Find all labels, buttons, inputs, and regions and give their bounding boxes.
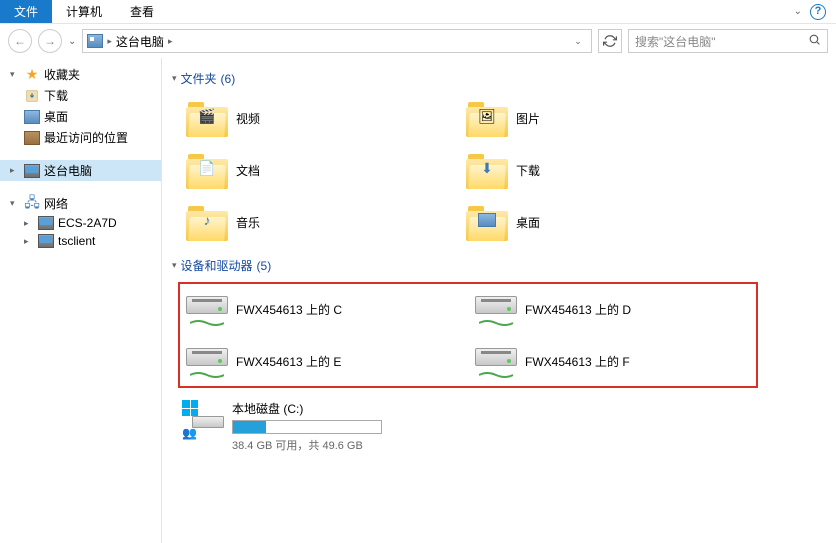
drive-icon [186,344,228,378]
group-label: 文件夹 [181,70,217,87]
nav-back-button[interactable]: ← [8,29,32,53]
drive-label: FWX454613 上的 E [236,353,341,370]
folder-icon: ⬇ [466,151,508,189]
sidebar-recent[interactable]: 最近访问的位置 [0,127,161,148]
folder-label: 视频 [236,110,260,127]
expand-icon[interactable]: ▸ [24,236,34,247]
breadcrumb[interactable]: ▸ 这台电脑 ▸ ⌄ [82,29,592,53]
folder-documents[interactable]: 📄 文档 [182,147,452,193]
folder-video[interactable]: 🎬 视频 [182,95,452,141]
search-placeholder: 搜索"这台电脑" [635,33,716,50]
folder-icon: 🎬 [186,99,228,137]
help-icon[interactable]: ? [810,4,826,20]
sidebar-label: 下载 [44,87,68,104]
ribbon-expand-icon[interactable]: ⌄ [794,6,802,17]
folder-label: 图片 [516,110,540,127]
sidebar-label: tsclient [58,234,95,248]
sidebar-netnode[interactable]: ▸ tsclient [0,232,161,250]
group-folders[interactable]: ▾ 文件夹 (6) [172,70,826,87]
nav-forward-button[interactable]: → [38,29,62,53]
navbar: ← → ⌄ ▸ 这台电脑 ▸ ⌄ 搜索"这台电脑" [0,24,836,58]
sidebar-label: 桌面 [44,108,68,125]
drive-icon [475,344,517,378]
sidebar-label: 收藏夹 [44,66,80,83]
sidebar: ▾ ★ 收藏夹 下载 桌面 最近访问的位置 ▸ 这台电脑 ▾ 🖧 网络 [0,58,162,543]
breadcrumb-dropdown-icon[interactable]: ⌄ [569,32,587,50]
folder-pictures[interactable]: 🖼 图片 [462,95,732,141]
network-drive-f[interactable]: FWX454613 上的 F [473,342,752,380]
tab-file[interactable]: 文件 [0,0,52,23]
highlighted-drives: FWX454613 上的 C FWX454613 上的 D FWX454613 … [178,282,758,388]
sidebar-netnode[interactable]: ▸ ECS-2A7D [0,214,161,232]
tab-view[interactable]: 查看 [116,0,168,23]
recent-icon [24,131,40,145]
local-disk-icon: 👥 [182,400,224,440]
folder-icon: 🖼 [466,99,508,137]
ribbon-tabs: 文件 计算机 查看 ⌄ ? [0,0,836,24]
sidebar-label: 网络 [44,195,68,212]
local-disk-c[interactable]: 👥 本地磁盘 (C:) 38.4 GB 可用，共 49.6 GB [172,396,472,457]
nav-history-icon[interactable]: ⌄ [68,36,76,47]
computer-icon [38,216,54,230]
folder-music[interactable]: ♪ 音乐 [182,199,452,245]
folder-icon: ♪ [186,203,228,241]
network-drive-c[interactable]: FWX454613 上的 C [184,290,463,328]
collapse-icon: ▾ [172,260,177,271]
folder-label: 下载 [516,162,540,179]
computer-icon [87,34,103,48]
group-devices[interactable]: ▾ 设备和驱动器 (5) [172,257,826,274]
local-disk-name: 本地磁盘 (C:) [232,400,462,417]
chevron-right-icon[interactable]: ▸ [107,36,112,47]
drive-icon [475,292,517,326]
computer-icon [38,234,54,248]
network-icon: 🖧 [24,196,40,212]
sidebar-favorites[interactable]: ▾ ★ 收藏夹 [0,64,161,85]
drive-label: FWX454613 上的 D [525,301,631,318]
drive-label: FWX454613 上的 C [236,301,342,318]
folder-label: 音乐 [236,214,260,231]
group-label: 设备和驱动器 [181,257,253,274]
disk-usage-bar [232,420,382,434]
tab-computer[interactable]: 计算机 [52,0,116,23]
folder-desktop[interactable]: 桌面 [462,199,732,245]
breadcrumb-location[interactable]: 这台电脑 [116,33,164,50]
collapse-icon[interactable]: ▾ [10,69,20,80]
collapse-icon[interactable]: ▾ [10,198,20,209]
sidebar-label: 最近访问的位置 [44,129,128,146]
sidebar-downloads[interactable]: 下载 [0,85,161,106]
search-icon [808,33,821,49]
collapse-icon: ▾ [172,73,177,84]
folder-icon [466,203,508,241]
refresh-button[interactable] [598,29,622,53]
star-icon: ★ [24,67,40,83]
sidebar-network[interactable]: ▾ 🖧 网络 [0,193,161,214]
drive-icon [186,292,228,326]
sidebar-thispc[interactable]: ▸ 这台电脑 [0,160,161,181]
search-input[interactable]: 搜索"这台电脑" [628,29,828,53]
sidebar-desktop[interactable]: 桌面 [0,106,161,127]
desktop-icon [24,110,40,124]
content-area: ▾ 文件夹 (6) 🎬 视频 🖼 图片 📄 文档 ⬇ 下载 ♪ [162,58,836,543]
sidebar-label: ECS-2A7D [58,216,117,230]
folder-downloads[interactable]: ⬇ 下载 [462,147,732,193]
folder-icon: 📄 [186,151,228,189]
disk-usage-text: 38.4 GB 可用，共 49.6 GB [232,437,462,453]
network-drive-e[interactable]: FWX454613 上的 E [184,342,463,380]
folder-label: 桌面 [516,214,540,231]
group-count: (6) [221,72,236,86]
download-icon [24,88,40,104]
network-drive-d[interactable]: FWX454613 上的 D [473,290,752,328]
expand-icon[interactable]: ▸ [10,165,20,176]
computer-icon [24,164,40,178]
chevron-right-icon[interactable]: ▸ [168,36,173,47]
folder-label: 文档 [236,162,260,179]
sidebar-label: 这台电脑 [44,162,92,179]
drive-label: FWX454613 上的 F [525,353,630,370]
expand-icon[interactable]: ▸ [24,218,34,229]
group-count: (5) [257,259,272,273]
